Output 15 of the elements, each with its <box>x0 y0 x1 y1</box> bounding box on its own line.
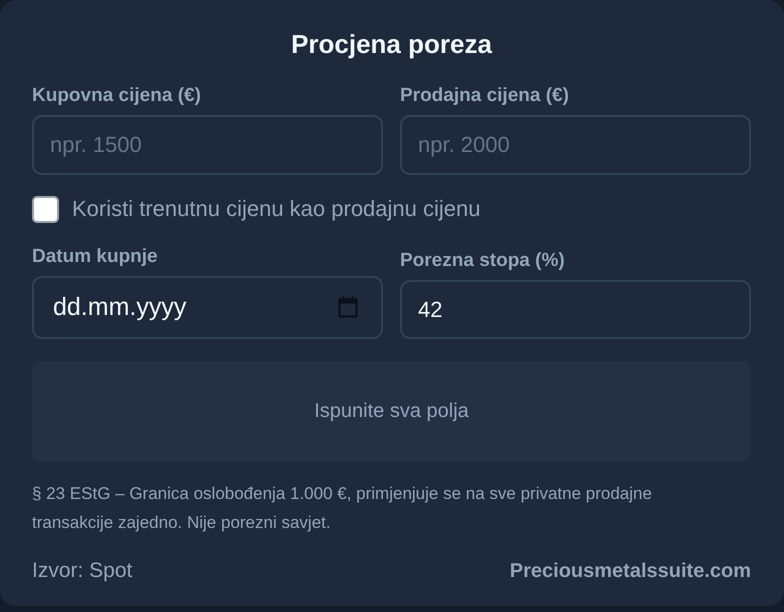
site-link[interactable]: Preciousmetalssuite.com <box>510 560 751 582</box>
input-field[interactable]: npr. 2000 <box>400 115 751 175</box>
number-field[interactable]: 42 <box>400 280 751 339</box>
field-label: Prodajna cijena (€) <box>400 84 569 108</box>
field-label: Porezna stopa (%) <box>400 249 565 273</box>
result-message: Ispunite sva polja <box>32 361 751 462</box>
checkbox-label[interactable]: Koristi trenutnu cijenu kao prodajnu cijenu <box>72 195 480 223</box>
card-title: Procjena poreza <box>290 28 494 61</box>
checkbox[interactable] <box>32 196 59 222</box>
field-label: Kupovna cijena (€) <box>32 84 201 108</box>
date-field[interactable]: dd.mm.yyyy <box>32 276 383 339</box>
input-field[interactable]: npr. 1500 <box>32 115 383 175</box>
tax-note: § 23 EStG – Granica oslobođenja 1.000 €, primjenjuje se na sve privatne prodajne transakcije zajedno. Nije porezni savjet. <box>32 483 653 534</box>
source-label: Izvor: Spot <box>32 559 132 583</box>
field-label: Datum kupnje <box>32 245 158 269</box>
